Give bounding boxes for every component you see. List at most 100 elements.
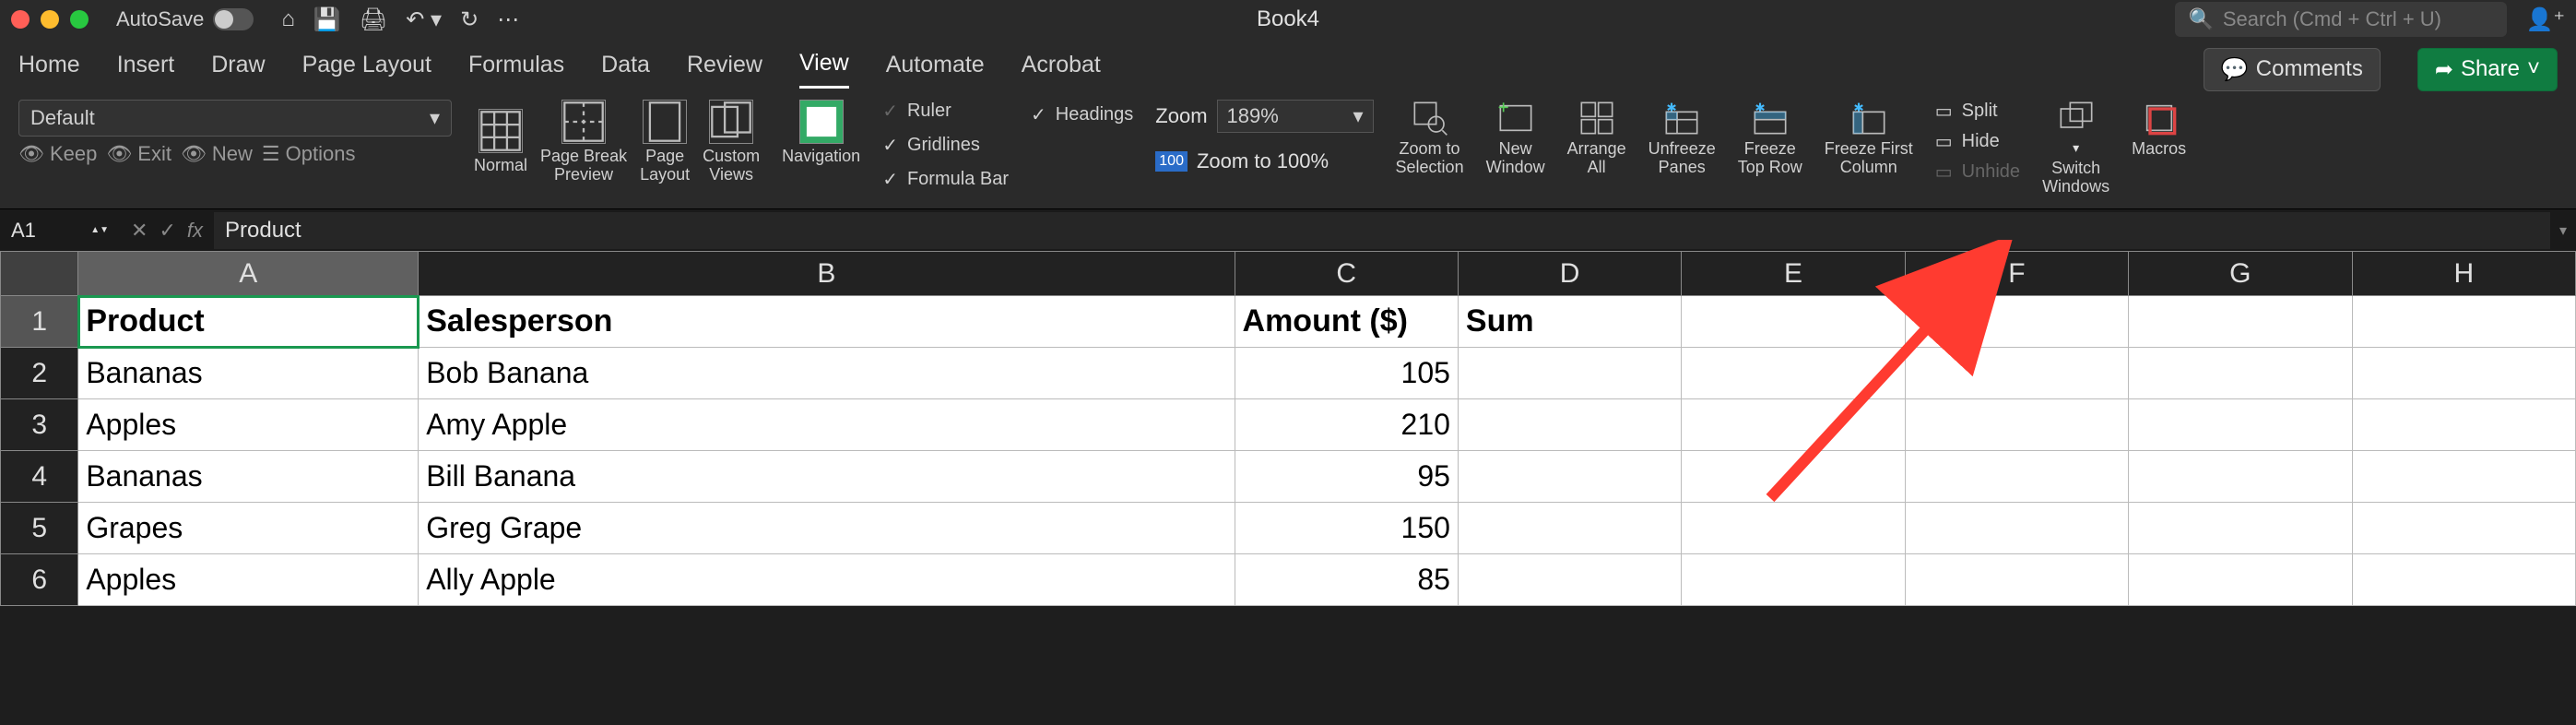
unfreeze-panes-button[interactable]: ✱Unfreeze Panes — [1648, 100, 1716, 177]
column-header-h[interactable]: H — [2352, 252, 2575, 296]
cell[interactable] — [1682, 399, 1905, 451]
tab-formulas[interactable]: Formulas — [468, 52, 564, 88]
cell[interactable]: Amount ($) — [1235, 296, 1458, 348]
options-button[interactable]: ☰ Options — [262, 142, 356, 166]
cell[interactable] — [1905, 451, 2128, 503]
cell[interactable]: Apples — [78, 399, 419, 451]
new-window-button[interactable]: New Window — [1486, 100, 1545, 177]
cell[interactable]: Product — [78, 296, 419, 348]
navigation-button[interactable]: Navigation — [782, 100, 860, 166]
macros-button[interactable]: Macros — [2132, 100, 2186, 159]
tab-insert[interactable]: Insert — [117, 52, 175, 88]
cell[interactable]: Bananas — [78, 451, 419, 503]
tab-view[interactable]: View — [799, 50, 849, 89]
tab-draw[interactable]: Draw — [211, 52, 265, 88]
cell[interactable] — [1682, 503, 1905, 554]
row-header[interactable]: 5 — [1, 503, 78, 554]
arrange-all-button[interactable]: Arrange All — [1567, 100, 1626, 177]
more-icon[interactable]: ⋯ — [497, 6, 519, 33]
zoom-input[interactable]: 189%▾ — [1217, 100, 1374, 133]
page-break-button[interactable]: Page Break Preview — [540, 100, 627, 184]
cell[interactable] — [1682, 348, 1905, 399]
freeze-first-column-button[interactable]: ✱Freeze First Column — [1825, 100, 1913, 177]
maximize-window-icon[interactable] — [70, 10, 89, 29]
cell[interactable] — [2352, 296, 2575, 348]
autosave-toggle[interactable] — [213, 8, 254, 30]
row-header[interactable]: 1 — [1, 296, 78, 348]
cell[interactable] — [1682, 554, 1905, 606]
close-window-icon[interactable] — [11, 10, 30, 29]
share-button[interactable]: ➦Share ˅ — [2417, 48, 2558, 91]
cell[interactable] — [1458, 554, 1681, 606]
home-icon[interactable]: ⌂ — [281, 6, 295, 33]
stepper-icon[interactable]: ▲▼ — [90, 226, 109, 235]
cell[interactable] — [2129, 503, 2352, 554]
column-header-g[interactable]: G — [2129, 252, 2352, 296]
row-header[interactable]: 4 — [1, 451, 78, 503]
expand-formula-icon[interactable]: ▾ — [2550, 221, 2576, 240]
page-layout-button[interactable]: Page Layout — [640, 100, 690, 184]
row-header[interactable]: 3 — [1, 399, 78, 451]
column-header-f[interactable]: F — [1905, 252, 2128, 296]
cell[interactable]: 150 — [1235, 503, 1458, 554]
formula-input[interactable]: Product — [214, 212, 2550, 249]
cell[interactable] — [2352, 451, 2575, 503]
cell[interactable] — [2352, 503, 2575, 554]
undo-icon[interactable]: ↶ ▾ — [406, 6, 442, 33]
cell[interactable] — [1458, 503, 1681, 554]
cell[interactable] — [1905, 554, 2128, 606]
column-header-a[interactable]: A — [78, 252, 419, 296]
column-header-e[interactable]: E — [1682, 252, 1905, 296]
cell[interactable] — [1905, 348, 2128, 399]
tab-data[interactable]: Data — [601, 52, 650, 88]
name-box[interactable]: A1▲▼ — [0, 213, 120, 248]
minimize-window-icon[interactable] — [41, 10, 59, 29]
zoom-to-selection-button[interactable]: Zoom to Selection — [1396, 100, 1464, 177]
cell[interactable]: Ally Apple — [419, 554, 1235, 606]
comments-button[interactable]: 💬Comments — [2204, 48, 2381, 91]
row-header[interactable]: 2 — [1, 348, 78, 399]
unhide-button[interactable]: ▭Unhide — [1935, 160, 2020, 184]
cell[interactable]: Bananas — [78, 348, 419, 399]
headings-checkbox[interactable]: ✓Headings — [1031, 100, 1133, 126]
cell[interactable]: 105 — [1235, 348, 1458, 399]
cell[interactable] — [2129, 348, 2352, 399]
column-header-d[interactable]: D — [1458, 252, 1681, 296]
cell[interactable] — [2352, 554, 2575, 606]
gridlines-checkbox[interactable]: ✓Gridlines — [882, 134, 1009, 157]
cell[interactable] — [2352, 399, 2575, 451]
formula-bar-checkbox[interactable]: ✓Formula Bar — [882, 168, 1009, 191]
tab-acrobat[interactable]: Acrobat — [1022, 52, 1101, 88]
freeze-top-row-button[interactable]: ✱Freeze Top Row — [1738, 100, 1802, 177]
cell[interactable] — [2129, 296, 2352, 348]
user-icon[interactable]: 👤⁺ — [2525, 6, 2565, 33]
print-icon[interactable]: 🖨 — [360, 6, 387, 33]
split-button[interactable]: ▭Split — [1935, 100, 2020, 123]
cell[interactable]: Salesperson — [419, 296, 1235, 348]
cell[interactable] — [1905, 399, 2128, 451]
cell[interactable] — [1682, 451, 1905, 503]
custom-views-button[interactable]: Custom Views — [703, 100, 760, 184]
cell[interactable]: 95 — [1235, 451, 1458, 503]
column-header-b[interactable]: B — [419, 252, 1235, 296]
cell[interactable] — [2352, 348, 2575, 399]
cell[interactable]: 210 — [1235, 399, 1458, 451]
search-input[interactable]: 🔍 Search (Cmd + Ctrl + U) — [2175, 2, 2507, 37]
cell[interactable]: Bob Banana — [419, 348, 1235, 399]
cell[interactable] — [2129, 451, 2352, 503]
cell[interactable]: Sum — [1458, 296, 1681, 348]
cell[interactable]: Bill Banana — [419, 451, 1235, 503]
confirm-icon[interactable]: ✓ — [159, 219, 175, 243]
cell[interactable] — [1905, 503, 2128, 554]
cell[interactable]: Amy Apple — [419, 399, 1235, 451]
cell[interactable]: Grapes — [78, 503, 419, 554]
select-all-corner[interactable] — [1, 252, 78, 296]
cell[interactable] — [2129, 554, 2352, 606]
cell[interactable] — [1458, 451, 1681, 503]
save-icon[interactable]: 💾 — [313, 6, 341, 33]
normal-view-button[interactable]: Normal — [474, 109, 527, 175]
tab-review[interactable]: Review — [687, 52, 762, 88]
cell[interactable] — [2129, 399, 2352, 451]
cancel-icon[interactable]: ✕ — [131, 219, 148, 243]
fx-icon[interactable]: fx — [187, 219, 203, 243]
